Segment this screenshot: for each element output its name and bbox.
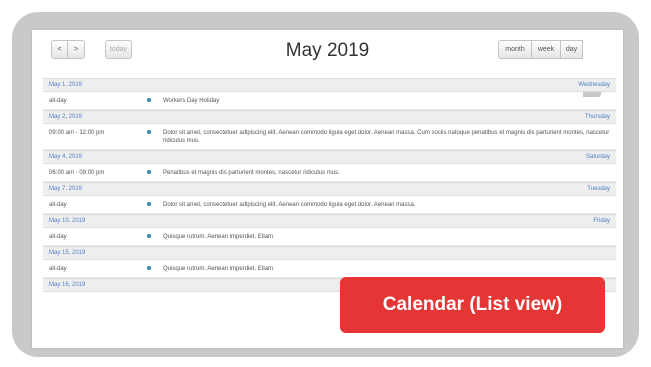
event-title[interactable]: Quisque rutrum. Aenean imperdiet. Etiam (163, 228, 616, 245)
day-header: May 15, 2019 (43, 246, 616, 260)
day-date[interactable]: May 1, 2019 (49, 79, 82, 91)
event-title[interactable]: Dolor sit amet, consectetuer adipiscing … (163, 196, 616, 213)
day-header: May 1, 2019 Wednesday (43, 78, 616, 92)
day-of-week[interactable]: Tuesday (587, 183, 610, 195)
event-dot-icon (147, 130, 151, 134)
event-row[interactable]: all-day Dolor sit amet, consectetuer adip… (43, 196, 616, 214)
event-title[interactable]: Quisque rutrum. Aenean imperdiet. Etiam (163, 260, 616, 277)
event-time: all-day (49, 266, 67, 272)
month-view-button[interactable]: month (498, 40, 532, 59)
event-row[interactable]: 09:00 am - 12:00 pm Dolor sit amet, conse… (43, 124, 616, 150)
event-dot-icon (147, 98, 151, 102)
event-dot-icon (147, 202, 151, 206)
event-title[interactable]: Dolor sit amet, consectetuer adipiscing … (163, 124, 616, 149)
day-date[interactable]: May 15, 2019 (49, 247, 85, 259)
event-title[interactable]: Penatibus et magnis dis parturient monte… (163, 164, 616, 181)
event-row[interactable]: 06:00 am - 09:00 pm Penatibus et magnis d… (43, 164, 616, 182)
day-of-week[interactable]: Wednesday (578, 79, 610, 91)
event-row[interactable]: all-day Workers Day Holiday (43, 92, 616, 110)
event-time: all-day (49, 234, 67, 240)
day-view-button[interactable]: day (561, 40, 583, 59)
event-row[interactable]: all-day Quisque rutrum. Aenean imperdiet.… (43, 228, 616, 246)
day-header: May 2, 2019 Thursday (43, 110, 616, 124)
day-header: May 7, 2019 Tuesday (43, 182, 616, 196)
day-of-week[interactable]: Saturday (586, 151, 610, 163)
day-date[interactable]: May 2, 2019 (49, 111, 82, 123)
event-row[interactable]: all-day Quisque rutrum. Aenean imperdiet.… (43, 260, 616, 278)
day-date[interactable]: May 16, 2019 (49, 279, 85, 291)
week-view-button[interactable]: week (532, 40, 561, 59)
event-time: 09:00 am - 12:00 pm (49, 130, 105, 136)
event-dot-icon (147, 234, 151, 238)
event-time: all-day (49, 98, 67, 104)
event-time: all-day (49, 202, 67, 208)
day-date[interactable]: May 7, 2019 (49, 183, 82, 195)
event-dot-icon (147, 266, 151, 270)
day-of-week[interactable]: Friday (593, 215, 610, 227)
day-header: May 4, 2019 Saturday (43, 150, 616, 164)
calendar-toolbar: < > today May 2019 month week day list (32, 30, 623, 97)
event-title[interactable]: Workers Day Holiday (163, 92, 616, 109)
day-of-week[interactable]: Thursday (585, 111, 610, 123)
day-date[interactable]: May 10, 2019 (49, 215, 85, 227)
event-dot-icon (147, 170, 151, 174)
event-list: May 1, 2019 Wednesday all-day Workers Day H… (43, 78, 616, 292)
day-date[interactable]: May 4, 2019 (49, 151, 82, 163)
day-header: May 10, 2019 Friday (43, 214, 616, 228)
event-time: 06:00 am - 09:00 pm (49, 170, 105, 176)
caption-badge: Calendar (List view) (340, 277, 605, 333)
